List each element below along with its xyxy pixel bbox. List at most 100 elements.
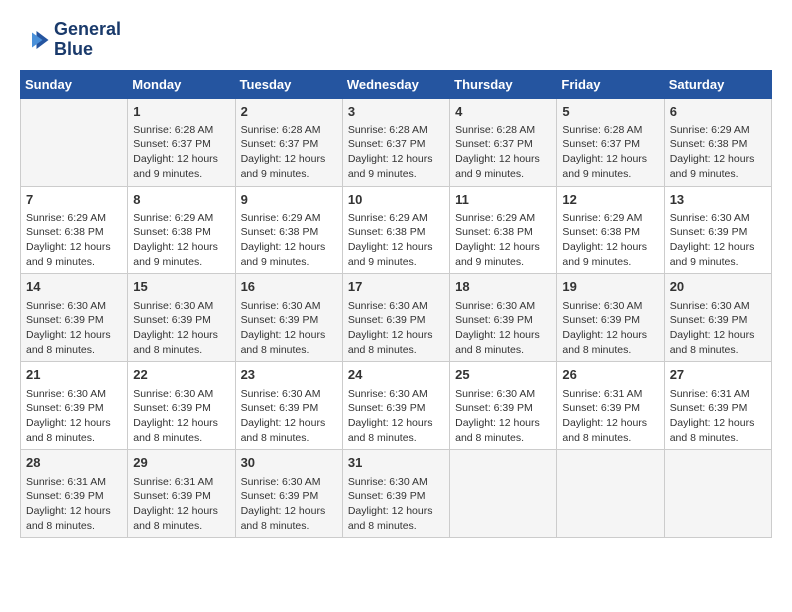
day-info-text: and 8 minutes. xyxy=(455,343,551,358)
day-info-text: Daylight: 12 hours xyxy=(562,328,658,343)
day-info-text: and 8 minutes. xyxy=(455,431,551,446)
calendar-cell: 24Sunrise: 6:30 AMSunset: 6:39 PMDayligh… xyxy=(342,362,449,450)
day-info-text: Daylight: 12 hours xyxy=(241,416,337,431)
day-info-text: Sunset: 6:39 PM xyxy=(133,489,229,504)
day-number: 2 xyxy=(241,103,337,121)
day-info-text: Sunset: 6:38 PM xyxy=(562,225,658,240)
calendar-cell: 9Sunrise: 6:29 AMSunset: 6:38 PMDaylight… xyxy=(235,186,342,274)
day-info-text: and 9 minutes. xyxy=(133,255,229,270)
day-info-text: and 8 minutes. xyxy=(670,343,766,358)
day-info-text: and 8 minutes. xyxy=(670,431,766,446)
calendar-cell: 1Sunrise: 6:28 AMSunset: 6:37 PMDaylight… xyxy=(128,98,235,186)
day-info-text: Sunset: 6:37 PM xyxy=(133,137,229,152)
day-info-text: Sunset: 6:37 PM xyxy=(241,137,337,152)
day-info-text: and 9 minutes. xyxy=(348,167,444,182)
day-number: 29 xyxy=(133,454,229,472)
calendar-cell: 23 Sunrise: 6:30 AMSunset: 6:39 PMDayligh… xyxy=(235,362,342,450)
day-info-text: Sunset: 6:39 PM xyxy=(670,313,766,328)
day-number: 19 xyxy=(562,278,658,296)
day-number: 13 xyxy=(670,191,766,209)
day-info-text: Sunrise: 6:30 AM xyxy=(455,299,551,314)
calendar-cell xyxy=(664,450,771,538)
day-info-text: and 9 minutes. xyxy=(562,255,658,270)
day-info-text: Sunset: 6:38 PM xyxy=(133,225,229,240)
day-info-text: and 8 minutes. xyxy=(562,431,658,446)
day-info-text: Daylight: 12 hours xyxy=(133,416,229,431)
calendar-table: SundayMondayTuesdayWednesdayThursdayFrid… xyxy=(20,70,772,539)
calendar-cell: 3Sunrise: 6:28 AMSunset: 6:37 PMDaylight… xyxy=(342,98,449,186)
header-day-sunday: Sunday xyxy=(21,70,128,98)
day-number: 23 xyxy=(241,366,337,384)
calendar-cell: 25Sunrise: 6:30 AMSunset: 6:39 PMDayligh… xyxy=(450,362,557,450)
day-info-text: Sunrise: 6:30 AM xyxy=(348,475,444,490)
day-info-text: Daylight: 12 hours xyxy=(348,240,444,255)
day-info-text: Sunrise: 6:29 AM xyxy=(133,211,229,226)
day-number: 26 xyxy=(562,366,658,384)
day-info-text: Sunset: 6:39 PM xyxy=(26,489,122,504)
day-info-text: Sunrise: 6:28 AM xyxy=(455,123,551,138)
day-info-text: Sunset: 6:39 PM xyxy=(562,401,658,416)
day-info-text: Daylight: 12 hours xyxy=(26,328,122,343)
day-info-text: Daylight: 12 hours xyxy=(133,152,229,167)
day-info-text: and 8 minutes. xyxy=(26,343,122,358)
day-info-text: and 9 minutes. xyxy=(455,167,551,182)
day-info-text: Sunrise: 6:31 AM xyxy=(562,387,658,402)
day-info-text: Sunset: 6:38 PM xyxy=(348,225,444,240)
calendar-cell: 26Sunrise: 6:31 AMSunset: 6:39 PMDayligh… xyxy=(557,362,664,450)
header-day-tuesday: Tuesday xyxy=(235,70,342,98)
day-info-text: and 8 minutes. xyxy=(133,343,229,358)
day-info-text: Sunset: 6:39 PM xyxy=(348,313,444,328)
day-info-text: Sunset: 6:39 PM xyxy=(241,489,337,504)
day-info-text: Sunset: 6:39 PM xyxy=(241,313,337,328)
calendar-cell xyxy=(21,98,128,186)
day-info-text: Sunrise: 6:30 AM xyxy=(455,387,551,402)
day-info-text: and 9 minutes. xyxy=(670,167,766,182)
day-info-text: Daylight: 12 hours xyxy=(133,328,229,343)
day-info-text: and 8 minutes. xyxy=(241,343,337,358)
day-info-text: Sunrise: 6:31 AM xyxy=(26,475,122,490)
day-info-text: Daylight: 12 hours xyxy=(348,152,444,167)
day-info-text: Sunrise: 6:29 AM xyxy=(562,211,658,226)
day-info-text: Daylight: 12 hours xyxy=(670,328,766,343)
day-info-text: Sunrise: 6:29 AM xyxy=(670,123,766,138)
day-info-text: Sunrise: 6:31 AM xyxy=(670,387,766,402)
calendar-body: 1Sunrise: 6:28 AMSunset: 6:37 PMDaylight… xyxy=(21,98,772,538)
day-info-text: Sunset: 6:39 PM xyxy=(133,313,229,328)
day-number: 31 xyxy=(348,454,444,472)
day-info-text: Sunset: 6:37 PM xyxy=(348,137,444,152)
calendar-cell: 28Sunrise: 6:31 AMSunset: 6:39 PMDayligh… xyxy=(21,450,128,538)
calendar-cell: 20Sunrise: 6:30 AMSunset: 6:39 PMDayligh… xyxy=(664,274,771,362)
day-info-text: and 8 minutes. xyxy=(241,431,337,446)
day-number: 4 xyxy=(455,103,551,121)
day-info-text: Sunset: 6:38 PM xyxy=(26,225,122,240)
header-day-thursday: Thursday xyxy=(450,70,557,98)
day-info-text: and 9 minutes. xyxy=(562,167,658,182)
day-number: 6 xyxy=(670,103,766,121)
page-header: General Blue xyxy=(20,20,772,60)
day-info-text: Sunrise: 6:30 AM xyxy=(133,299,229,314)
header-day-saturday: Saturday xyxy=(664,70,771,98)
day-info-text: Sunrise: 6:30 AM xyxy=(241,299,337,314)
day-number: 24 xyxy=(348,366,444,384)
day-info-text: Sunrise: 6:29 AM xyxy=(348,211,444,226)
day-info-text: Sunrise: 6:28 AM xyxy=(241,123,337,138)
day-info-text: Daylight: 12 hours xyxy=(562,240,658,255)
day-number: 17 xyxy=(348,278,444,296)
day-info-text: and 8 minutes. xyxy=(26,431,122,446)
day-info-text: and 9 minutes. xyxy=(241,255,337,270)
day-info-text: Sunset: 6:39 PM xyxy=(26,313,122,328)
calendar-cell: 5Sunrise: 6:28 AMSunset: 6:37 PMDaylight… xyxy=(557,98,664,186)
day-info-text: Sunset: 6:39 PM xyxy=(562,313,658,328)
day-number: 20 xyxy=(670,278,766,296)
day-info-text: and 8 minutes. xyxy=(133,519,229,534)
day-info-text: Daylight: 12 hours xyxy=(348,504,444,519)
calendar-cell xyxy=(557,450,664,538)
day-info-text: Sunset: 6:39 PM xyxy=(26,401,122,416)
day-info-text: Daylight: 12 hours xyxy=(241,328,337,343)
day-info-text: and 8 minutes. xyxy=(26,519,122,534)
calendar-cell: 8Sunrise: 6:29 AMSunset: 6:38 PMDaylight… xyxy=(128,186,235,274)
day-number: 1 xyxy=(133,103,229,121)
day-info-text: Sunset: 6:39 PM xyxy=(241,401,337,416)
day-info-text: Sunrise: 6:30 AM xyxy=(26,299,122,314)
day-info-text: Sunrise: 6:30 AM xyxy=(241,387,337,402)
